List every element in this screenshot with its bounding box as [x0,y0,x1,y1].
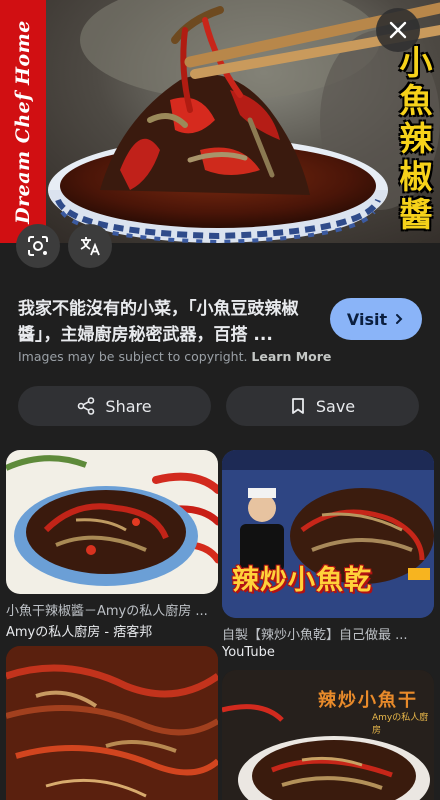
related-image[interactable] [6,450,218,594]
lens-icon [28,236,48,256]
share-icon [78,397,95,415]
related-image-text: 辣炒小魚干 [318,690,418,711]
related-food-thumbnail [6,455,218,586]
hero-image[interactable]: Dream Chef Home 小 魚 辣 椒 醬 [0,0,440,243]
related-result-card[interactable]: 小魚干辣椒醬－Amyの私人廚房 ... Amyの私人廚房 - 痞客邦 [6,450,218,640]
brand-banner: Dream Chef Home [0,0,46,243]
visit-label: Visit [346,309,388,329]
lens-search-button[interactable] [16,224,60,268]
translate-icon [80,237,100,256]
related-result-card[interactable] [6,646,218,800]
related-result-card[interactable]: 辣炒小魚干 Amyの私人廚房 [222,670,434,800]
related-result-card[interactable]: 辣炒小魚乾 自製【辣炒小魚乾】自己做最 ... YouTube [222,450,434,660]
related-food-thumbnail [6,646,218,800]
title-char: 辣 [399,119,433,158]
hero-food-illustration [48,0,440,243]
close-button[interactable] [376,8,420,52]
save-label: Save [315,396,356,416]
translate-button[interactable] [68,224,112,268]
related-caption[interactable]: 小魚干辣椒醬－Amyの私人廚房 ... [6,600,218,619]
related-image-text: 辣炒小魚乾 [232,565,372,596]
result-title[interactable]: 我家不能沒有的小菜，「小魚豆豉辣椒醬」，主婦廚房秘密武器，百搭 ... [18,296,314,348]
related-image[interactable]: 辣炒小魚乾 [222,450,434,618]
hero-vertical-title: 小 魚 辣 椒 醬 [396,44,436,234]
share-label: Share [105,396,152,416]
copyright-notice: Images may be subject to copyright. Lear… [18,349,331,364]
related-image[interactable] [6,646,218,800]
related-image-subtext: Amyの私人廚房 [372,713,429,736]
related-source[interactable]: YouTube [222,645,434,660]
share-button[interactable]: Share [18,386,211,426]
visit-button[interactable]: Visit [330,298,422,340]
bookmark-icon [291,398,304,414]
title-char: 醬 [399,195,433,234]
title-char: 椒 [399,157,433,196]
close-icon [389,21,407,39]
related-image[interactable]: 辣炒小魚干 Amyの私人廚房 [222,670,434,800]
related-caption[interactable]: 自製【辣炒小魚乾】自己做最 ... [222,624,434,643]
brand-banner-text: Dream Chef Home [12,19,35,224]
related-source[interactable]: Amyの私人廚房 - 痞客邦 [6,621,218,640]
learn-more-link[interactable]: Learn More [251,349,331,364]
title-char: 魚 [399,81,433,120]
chevron-right-icon [396,314,403,324]
copyright-text: Images may be subject to copyright. [18,349,248,364]
save-button[interactable]: Save [226,386,419,426]
